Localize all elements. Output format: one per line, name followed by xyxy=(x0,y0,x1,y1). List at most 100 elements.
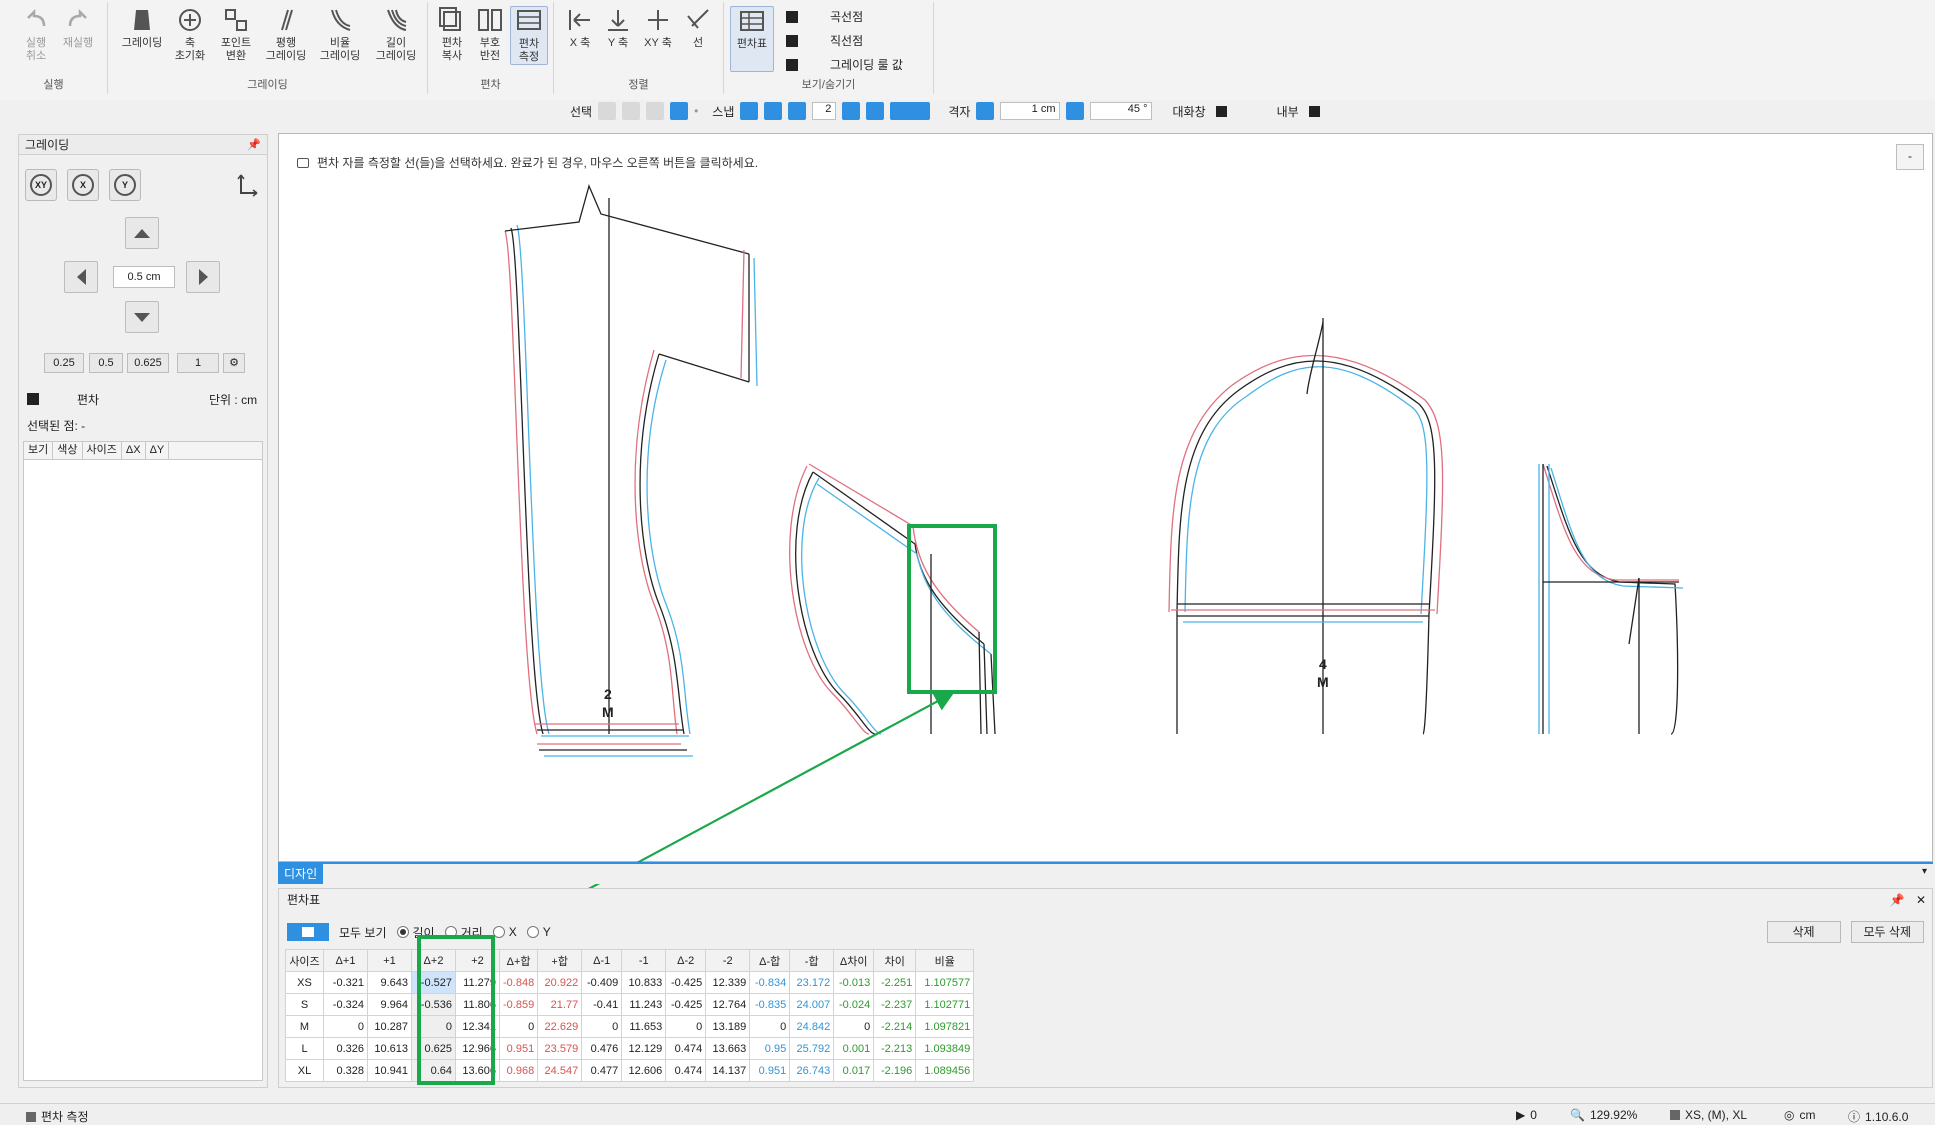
dev-table-button[interactable]: 편차표 xyxy=(730,6,774,72)
value-cell[interactable]: 0.474 xyxy=(665,1059,707,1082)
value-cell[interactable]: -0.321 xyxy=(323,971,368,994)
value-cell[interactable]: 0 xyxy=(323,1015,368,1038)
select-point-icon[interactable]: • xyxy=(694,104,698,118)
ratio-grading-button[interactable]: 비율 그레이딩 xyxy=(314,6,366,63)
col-header[interactable]: Δ-2 xyxy=(665,949,707,972)
snap-midpoint-icon[interactable] xyxy=(788,102,807,120)
table-row[interactable]: XS -0.321 9.643 -0.527 11.279 -0.848 20.922 -0.… xyxy=(285,971,975,994)
pin-icon[interactable]: 📌 xyxy=(247,135,261,155)
point-convert-button[interactable]: 포인트 변환 xyxy=(212,6,260,63)
value-cell[interactable]: 0.951 xyxy=(749,1059,791,1082)
value-cell[interactable]: 1.097821 xyxy=(915,1015,975,1038)
undo-button[interactable]: 실행 취소 xyxy=(16,6,56,63)
toggle-curve-points[interactable]: 곡선점 xyxy=(786,8,863,25)
move-right-button[interactable] xyxy=(186,261,220,293)
value-cell[interactable]: -0.409 xyxy=(581,971,623,994)
col-header[interactable]: 차이 xyxy=(873,949,917,972)
value-cell[interactable]: 1.089456 xyxy=(915,1059,975,1082)
table-row[interactable]: XL 0.328 10.941 0.64 13.606 0.968 24.547 0.477 1… xyxy=(285,1059,975,1082)
axis-reset-button[interactable]: 축 초기화 xyxy=(168,6,212,63)
value-cell[interactable]: 20.922 xyxy=(537,971,583,994)
value-cell[interactable]: 10.287 xyxy=(367,1015,412,1038)
step-size-input[interactable]: 0.5 cm xyxy=(113,266,175,288)
value-cell[interactable]: 25.792 xyxy=(789,1037,835,1060)
size-cell[interactable]: S xyxy=(285,993,324,1016)
grid-size-input[interactable]: 1 cm xyxy=(1000,102,1061,120)
status-sizes[interactable]: XS, (M), XL xyxy=(1670,1108,1747,1122)
value-cell[interactable]: 10.941 xyxy=(367,1059,412,1082)
axis-xy-button[interactable]: XY xyxy=(25,169,57,201)
collapse-icon[interactable]: ▾ xyxy=(1922,866,1927,877)
table-row[interactable]: S -0.324 9.964 -0.536 11.806 -0.859 21.77 -0.41… xyxy=(285,993,975,1016)
size-cell[interactable]: M xyxy=(285,1015,324,1038)
value-cell[interactable]: 24.547 xyxy=(537,1059,583,1082)
value-cell[interactable]: 24.842 xyxy=(789,1015,835,1038)
value-cell[interactable]: 0.326 xyxy=(323,1037,368,1060)
sign-flip-button[interactable]: 부호 반전 xyxy=(472,6,508,63)
parallel-grading-button[interactable]: 평행 그레이딩 xyxy=(260,6,312,63)
value-cell[interactable]: 0 xyxy=(833,1015,875,1038)
grid-icon[interactable] xyxy=(976,102,995,120)
table-row[interactable]: M 0 10.287 0 12.341 0 22.629 0 11.653 0 13.189 0 24.… xyxy=(285,1015,975,1038)
value-cell[interactable]: -0.834 xyxy=(749,971,791,994)
value-cell[interactable]: 0 xyxy=(581,1015,623,1038)
value-cell[interactable]: 24.007 xyxy=(789,993,835,1016)
axis-orientation-icon[interactable] xyxy=(233,171,259,199)
value-cell[interactable]: 12.606 xyxy=(621,1059,667,1082)
value-cell[interactable]: 26.743 xyxy=(789,1059,835,1082)
col-header[interactable]: ΔY xyxy=(146,442,170,459)
x-axis-button[interactable]: X 축 xyxy=(562,6,598,50)
pattern-canvas[interactable]: 편차 자를 측정할 선(들)을 선택하세요. 완료가 된 경우, 마우스 오른쪽… xyxy=(278,133,1933,951)
value-cell[interactable]: -0.835 xyxy=(749,993,791,1016)
status-zoom[interactable]: 🔍 129.92% xyxy=(1570,1108,1637,1122)
value-cell[interactable]: -0.024 xyxy=(833,993,875,1016)
value-cell[interactable]: 1.102771 xyxy=(915,993,975,1016)
snap-toggle-icon[interactable] xyxy=(890,102,931,120)
snap-intersection-icon[interactable] xyxy=(764,102,783,120)
value-cell[interactable]: 12.129 xyxy=(621,1037,667,1060)
value-cell[interactable]: 23.579 xyxy=(537,1037,583,1060)
value-cell[interactable]: 0.95 xyxy=(749,1037,791,1060)
value-cell[interactable]: 1.107577 xyxy=(915,971,975,994)
table-row[interactable]: L 0.326 10.613 0.625 12.966 0.951 23.579 0.476 1… xyxy=(285,1037,975,1060)
value-cell[interactable]: 0.476 xyxy=(581,1037,623,1060)
snap-curve-icon[interactable] xyxy=(842,102,861,120)
value-cell[interactable]: 12.339 xyxy=(705,971,751,994)
delete-all-button[interactable]: 모두 삭제 xyxy=(1850,921,1924,943)
value-cell[interactable]: 0.017 xyxy=(833,1059,875,1082)
value-cell[interactable]: -2.251 xyxy=(873,971,917,994)
value-cell[interactable]: 0.328 xyxy=(323,1059,368,1082)
value-cell[interactable]: 22.629 xyxy=(537,1015,583,1038)
y-axis-button[interactable]: Y 축 xyxy=(600,6,636,50)
close-icon[interactable]: ✕ xyxy=(1916,893,1926,907)
axis-y-button[interactable]: Y xyxy=(109,169,141,201)
mode-y-radio[interactable]: Y xyxy=(526,925,551,939)
angle-icon[interactable] xyxy=(1066,102,1085,120)
dev-copy-button[interactable]: 편차 복사 xyxy=(434,6,470,63)
value-cell[interactable]: 9.964 xyxy=(367,993,412,1016)
col-header[interactable]: Δ+1 xyxy=(323,949,368,972)
length-grading-button[interactable]: 길이 그레이딩 xyxy=(370,6,422,63)
deviation-checkbox[interactable] xyxy=(27,393,39,405)
value-cell[interactable]: 0 xyxy=(665,1015,707,1038)
col-header[interactable]: 보기 xyxy=(24,442,54,459)
col-header[interactable]: -2 xyxy=(705,949,751,972)
dialog-toggle[interactable] xyxy=(1215,105,1227,117)
snap-count-input[interactable]: 2 xyxy=(812,102,837,120)
select-image-icon[interactable] xyxy=(598,102,617,120)
grading-button[interactable]: 그레이딩 xyxy=(116,6,168,50)
value-cell[interactable]: -2.237 xyxy=(873,993,917,1016)
col-header[interactable]: ΔX xyxy=(122,442,146,459)
col-header[interactable]: -1 xyxy=(621,949,667,972)
value-cell[interactable]: 21.77 xyxy=(537,993,583,1016)
value-cell[interactable]: 14.137 xyxy=(705,1059,751,1082)
value-cell[interactable]: 12.764 xyxy=(705,993,751,1016)
redo-button[interactable]: 재실행 xyxy=(58,6,98,50)
inside-toggle[interactable] xyxy=(1308,105,1320,117)
select-piece-icon[interactable] xyxy=(622,102,641,120)
select-segment-icon[interactable] xyxy=(670,102,689,120)
preset-button[interactable]: 0.5 xyxy=(89,353,123,373)
xy-axis-button[interactable]: XY 축 xyxy=(638,6,678,50)
preset-button[interactable]: 0.25 xyxy=(44,353,84,373)
tab-design[interactable]: 디자인 xyxy=(278,864,324,884)
